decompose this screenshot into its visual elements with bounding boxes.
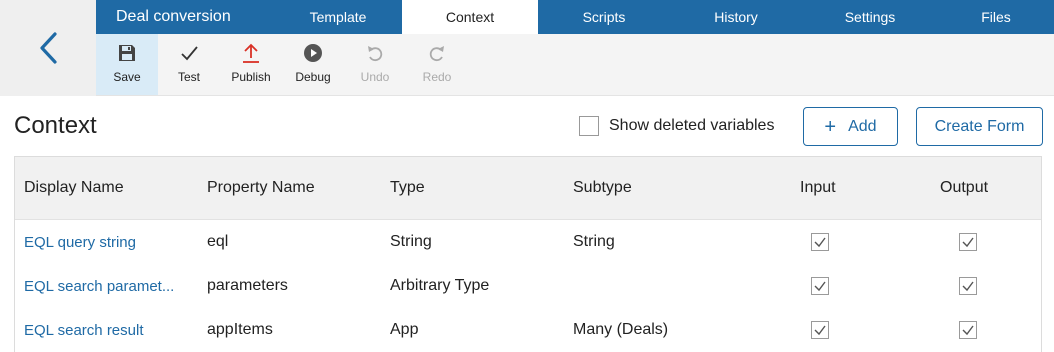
add-label: Add: [848, 117, 877, 135]
header-input[interactable]: Input: [800, 179, 836, 197]
output-checkbox[interactable]: [959, 277, 977, 295]
table-row: EQL search result appItems App Many (Dea…: [15, 308, 1041, 352]
app-title: Deal conversion: [116, 8, 231, 25]
checkmark-icon: [962, 281, 974, 292]
show-deleted-checkbox[interactable]: [579, 116, 599, 136]
checkmark-icon: [962, 237, 974, 248]
show-deleted-toggle[interactable]: Show deleted variables: [579, 116, 774, 136]
checkmark-icon: [814, 281, 826, 292]
undo-icon: [364, 42, 386, 64]
header-type[interactable]: Type: [390, 179, 425, 197]
plus-icon: +: [824, 115, 837, 138]
property-name-cell: parameters: [207, 277, 288, 294]
add-button[interactable]: + Add: [803, 107, 898, 146]
publish-button[interactable]: Publish: [220, 34, 282, 95]
checkmark-icon: [814, 237, 826, 248]
header-property-name[interactable]: Property Name: [207, 179, 315, 197]
undo-button[interactable]: Undo: [344, 34, 406, 95]
page-title: Context: [14, 112, 97, 139]
header-subtype[interactable]: Subtype: [573, 179, 632, 197]
publish-label: Publish: [231, 70, 271, 84]
redo-label: Redo: [422, 70, 452, 84]
debug-button[interactable]: Debug: [282, 34, 344, 95]
display-name-link[interactable]: EQL search paramet...: [24, 278, 188, 295]
header-output[interactable]: Output: [940, 179, 988, 197]
upload-icon: [240, 42, 262, 64]
tab-scripts[interactable]: Scripts: [538, 0, 670, 34]
output-checkbox[interactable]: [959, 321, 977, 339]
show-deleted-label: Show deleted variables: [609, 117, 775, 134]
tab-template[interactable]: Template: [274, 0, 402, 34]
type-cell: App: [390, 321, 419, 338]
redo-icon: [426, 42, 448, 64]
debug-label: Debug: [295, 70, 331, 84]
property-name-cell: appItems: [207, 321, 273, 338]
chevron-left-icon: [40, 32, 57, 64]
toolbar: Save Test Publish Debug Undo Redo: [96, 34, 1054, 96]
save-label: Save: [113, 70, 141, 84]
create-form-button[interactable]: Create Form: [916, 107, 1043, 146]
back-button[interactable]: [0, 0, 96, 96]
table-header: Display Name Property Name Type Subtype …: [15, 157, 1041, 220]
undo-label: Undo: [360, 70, 390, 84]
redo-button[interactable]: Redo: [406, 34, 468, 95]
test-button[interactable]: Test: [158, 34, 220, 95]
property-name-cell: eql: [207, 233, 229, 250]
top-tab-bar: Deal conversion Template Context Scripts…: [96, 0, 1054, 34]
table-row: EQL query string eql String String: [15, 220, 1041, 264]
tab-context[interactable]: Context: [402, 0, 538, 34]
floppy-icon: [116, 42, 138, 64]
output-checkbox[interactable]: [959, 233, 977, 251]
subtype-cell: Many (Deals): [573, 321, 669, 338]
display-name-link[interactable]: EQL search result: [24, 322, 188, 339]
type-cell: String: [390, 233, 432, 250]
tab-settings[interactable]: Settings: [802, 0, 938, 34]
header-display-name[interactable]: Display Name: [24, 179, 188, 197]
tab-files[interactable]: Files: [938, 0, 1054, 34]
save-button[interactable]: Save: [96, 34, 158, 95]
type-cell: Arbitrary Type: [390, 277, 490, 294]
checkmark-icon: [178, 42, 200, 64]
play-circle-icon: [302, 42, 324, 64]
subtype-cell: String: [573, 233, 615, 250]
display-name-link[interactable]: EQL query string: [24, 234, 188, 251]
checkmark-icon: [962, 325, 974, 336]
create-form-label: Create Form: [934, 117, 1025, 135]
input-checkbox[interactable]: [811, 233, 829, 251]
checkmark-icon: [814, 325, 826, 336]
context-table: Display Name Property Name Type Subtype …: [14, 156, 1042, 352]
tab-history[interactable]: History: [670, 0, 802, 34]
input-checkbox[interactable]: [811, 277, 829, 295]
test-label: Test: [177, 70, 200, 84]
table-row: EQL search paramet... parameters Arbitra…: [15, 264, 1041, 308]
input-checkbox[interactable]: [811, 321, 829, 339]
